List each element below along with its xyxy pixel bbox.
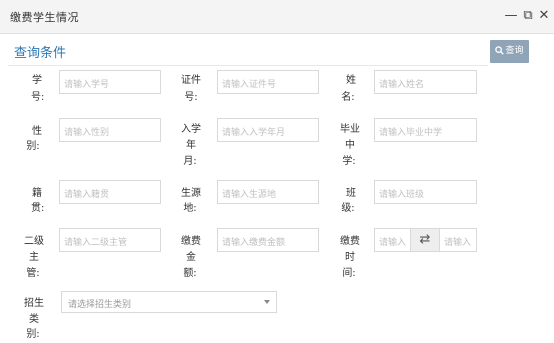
query-panel-header: 查询条件: [0, 34, 554, 66]
id-card-input[interactable]: 请输入证件号: [217, 70, 319, 94]
admission-type-select[interactable]: 请选择招生类别: [61, 291, 277, 313]
native-place-label-2: 贯:: [31, 203, 45, 214]
chevron-down-icon: [264, 300, 270, 304]
enroll-year-label-3: 月:: [183, 156, 197, 167]
enroll-year-input[interactable]: 请输入入学年月: [217, 118, 319, 142]
window-title-bar: 缴费学生情况 — ⧉ ✕: [0, 0, 554, 34]
student-id-input[interactable]: 请输入学号: [59, 70, 161, 94]
gender-input[interactable]: 请输入性别: [59, 118, 161, 142]
native-place-label-1: 籍: [32, 188, 42, 199]
panel-title: 查询条件: [14, 46, 67, 61]
dept-head-label-1: 二级: [24, 236, 44, 247]
source-place-label-1: 生源: [181, 188, 201, 199]
query-button-label: 查询: [505, 46, 524, 56]
class-label-2: 级:: [341, 203, 355, 214]
middle-school-input[interactable]: 请输入毕业中学: [374, 118, 477, 142]
name-input[interactable]: 请输入姓名: [374, 70, 477, 94]
middle-school-label-2: 中: [345, 140, 355, 151]
pay-time-label-1: 缴费: [340, 236, 360, 247]
class-input[interactable]: 请输入班级: [374, 180, 477, 204]
dept-head-input[interactable]: 请输入二级主管: [59, 228, 161, 252]
amount-label-1: 缴费: [181, 236, 201, 247]
student-id-label-2: 号:: [31, 92, 45, 103]
gender-label-2: 别:: [26, 141, 40, 152]
id-card-label-1: 证件: [181, 75, 201, 86]
close-icon[interactable]: ✕: [537, 8, 551, 24]
enroll-year-label-2: 年: [186, 140, 196, 151]
name-label-1: 姓: [346, 75, 356, 86]
amount-label-2: 金: [186, 252, 196, 263]
pay-time-start-input[interactable]: 请输入: [374, 228, 411, 252]
class-label-1: 班: [346, 188, 356, 199]
middle-school-label-1: 毕业: [340, 124, 360, 135]
amount-label-3: 额:: [183, 268, 197, 279]
query-button[interactable]: 查询: [490, 40, 529, 63]
restore-icon[interactable]: ⧉: [521, 8, 535, 24]
dept-head-label-2: 主: [29, 252, 39, 263]
admission-type-placeholder: 请选择招生类别: [68, 300, 132, 310]
dept-head-label-3: 管:: [26, 268, 40, 279]
admission-type-label-1: 招生: [24, 298, 44, 309]
native-place-input[interactable]: 请输入籍贯: [59, 180, 161, 204]
student-id-label-1: 学: [32, 75, 42, 86]
enroll-year-label-1: 入学: [181, 124, 201, 135]
header-divider: [8, 65, 488, 66]
pay-time-label-3: 间:: [342, 268, 356, 279]
admission-type-label-2: 类: [29, 314, 39, 325]
admission-type-label-3: 别:: [26, 329, 40, 340]
source-place-label-2: 地:: [183, 203, 197, 214]
amount-input[interactable]: 请输入缴费金额: [217, 228, 319, 252]
id-card-label-2: 号:: [184, 92, 198, 103]
pay-time-label-2: 时: [345, 252, 355, 263]
source-place-input[interactable]: 请输入生源地: [217, 180, 319, 204]
swap-icon[interactable]: ⇄: [410, 228, 440, 252]
window-title: 缴费学生情况: [10, 11, 79, 24]
gender-label-1: 性: [32, 126, 42, 137]
middle-school-label-3: 学:: [342, 156, 356, 167]
search-icon: [495, 46, 505, 55]
minimize-icon[interactable]: —: [504, 8, 518, 24]
pay-time-end-input[interactable]: 请输入: [439, 228, 477, 252]
name-label-2: 名:: [341, 92, 355, 103]
